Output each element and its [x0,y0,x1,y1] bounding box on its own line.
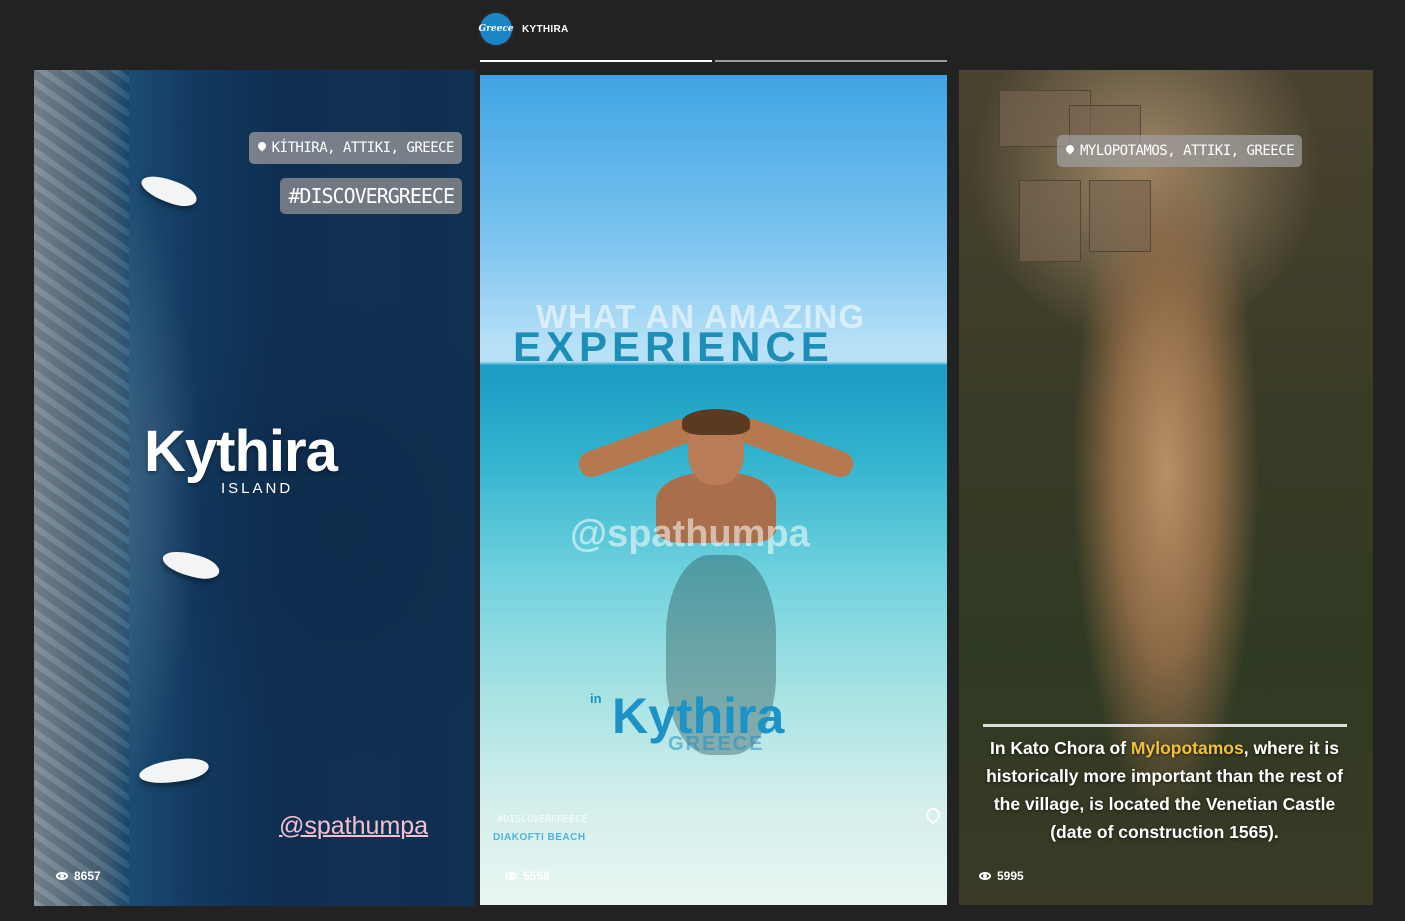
view-count-value: 5995 [997,869,1024,883]
view-count: 5558 [505,869,550,883]
eye-icon [979,872,991,880]
story-progress-bar [480,60,947,63]
location-label: MYLOPOTAMOS, ATTIKI, GREECE [1080,143,1295,159]
story-title-text: Kythira [144,419,338,484]
hashtag-sticker[interactable]: #DISCOVERGREECE [497,814,587,825]
headline-big-text: EXPERIENCE [513,323,834,370]
ruin-image [1019,180,1081,262]
view-count-value: 8657 [74,869,101,883]
place-sticker[interactable]: DIAKOFTI BEACH [493,832,586,843]
view-count: 5995 [979,869,1024,883]
hashtag-label: #DISCOVERGREECE [288,184,455,208]
location-pin-icon [1065,145,1075,157]
boat-image [137,170,201,212]
story-subtitle-text: ISLAND [221,480,294,497]
hashtag-sticker[interactable]: #DISCOVERGREECE [280,178,462,214]
location-sticker[interactable]: KÍTHIRA, ATTIKI, GREECE [248,132,462,164]
in-label: in [590,691,602,706]
progress-segment [480,60,712,62]
eye-icon [505,872,517,880]
view-count-value: 5558 [523,869,550,883]
mention-sticker[interactable]: @spathumpa [279,812,428,841]
story-card-2[interactable]: WHAT AN AMAZING EXPERIENCE @spathumpa in… [480,75,947,905]
coastline-image [34,70,129,906]
view-count: 8657 [56,869,101,883]
mention-sticker[interactable]: @spathumpa [570,513,810,556]
eye-icon [56,872,68,880]
story-subtitle-text: GREECE [668,733,765,755]
caption-text: In Kato Chora of [989,738,1131,758]
profile-avatar[interactable]: Greece [478,13,514,45]
ruin-image [1089,180,1151,252]
caption-divider [983,724,1347,727]
location-label: KÍTHIRA, ATTIKI, GREECE [271,140,455,156]
boat-image [137,755,211,787]
caption-highlight: Mylopotamos [1130,738,1244,758]
story-card-1[interactable]: KÍTHIRA, ATTIKI, GREECE #DISCOVERGREECE … [34,70,475,906]
story-header: Greece KYTHIRA [478,12,569,46]
location-sticker[interactable]: MYLOPOTAMOS, ATTIKI, GREECE [1057,135,1303,167]
story-caption: In Kato Chora of Mylopotamos, where it i… [972,734,1357,846]
location-pin-icon [257,142,267,154]
boat-image [160,546,222,584]
progress-segment [715,60,947,62]
story-title[interactable]: KYTHIRA [522,24,569,35]
location-pin-icon [924,808,938,826]
